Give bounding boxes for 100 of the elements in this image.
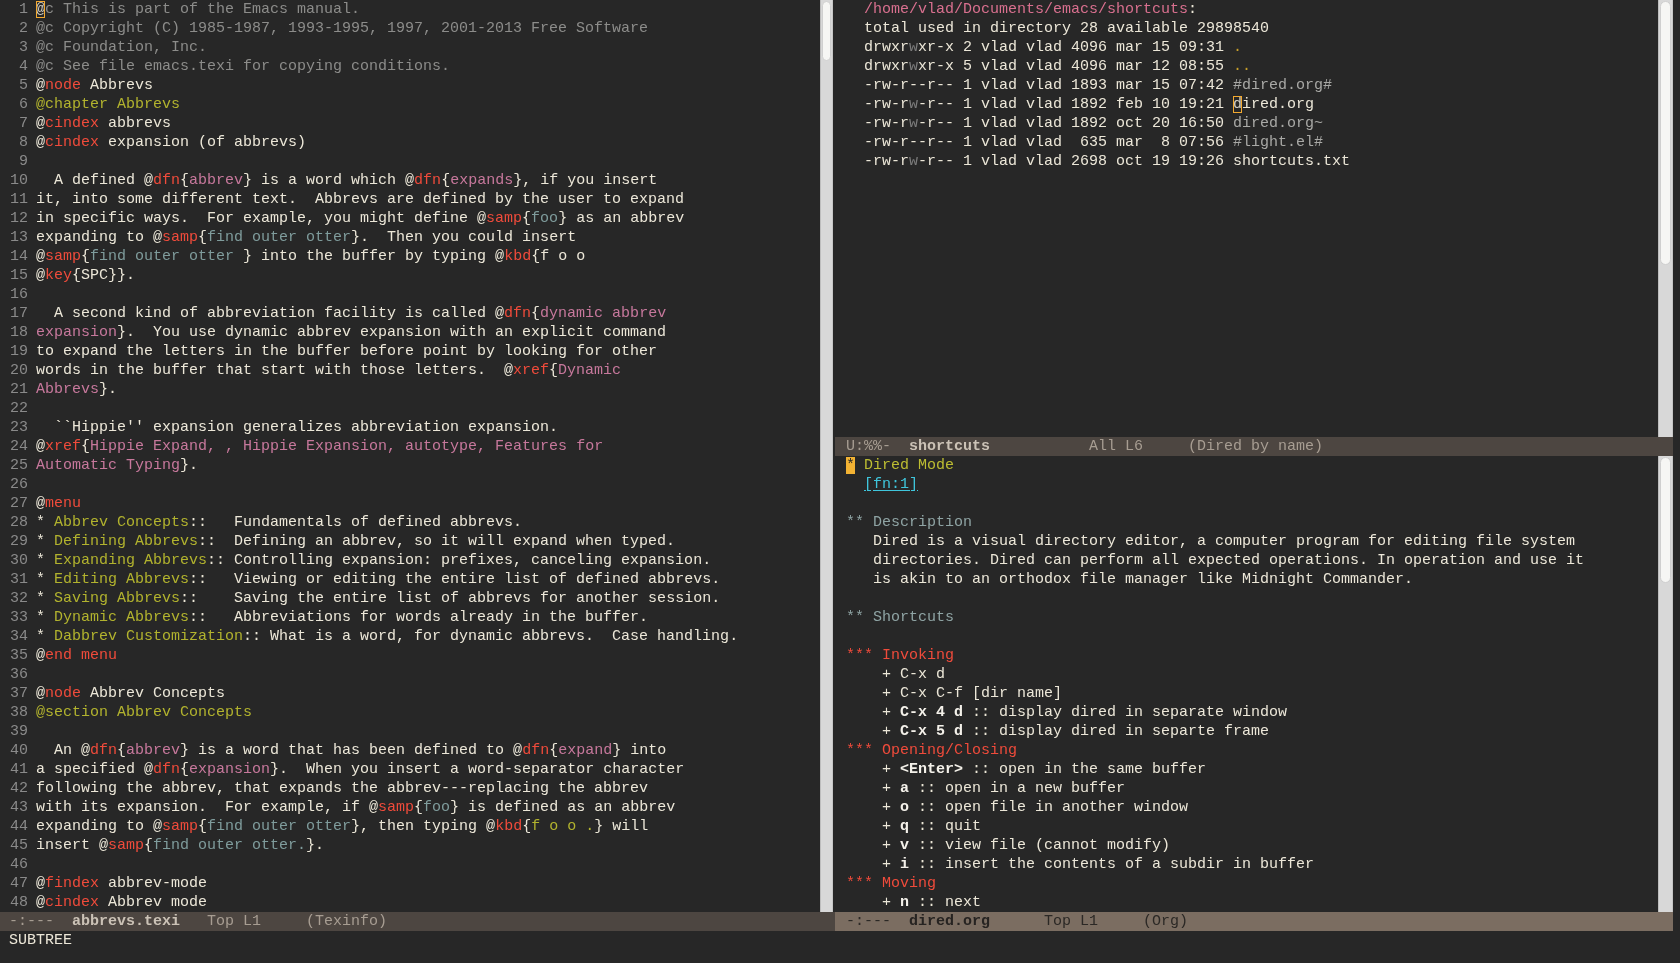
line-number: 10 xyxy=(9,171,28,190)
org-text: + C-x C-f [dir name] xyxy=(881,684,1063,703)
file-entry[interactable]: drwxrwxr-x 5 vlad vlad 4096 mar 12 08:55 .. xyxy=(846,57,1252,76)
file-entry[interactable]: drwxrwxr-x 2 vlad vlad 4096 mar 15 09:31 . xyxy=(846,38,1243,57)
code-line: ``Hippie'' expansion generalizes abbreviation expansion. xyxy=(53,418,559,437)
line-number: 3 xyxy=(18,38,28,57)
line-number: 38 xyxy=(9,703,28,722)
buffer-position: Top L1 xyxy=(207,912,262,931)
shortcut-item: + C-x 4 d :: display dired in separate window xyxy=(881,703,1288,722)
code-line: @c Foundation, Inc. xyxy=(36,38,208,57)
code-line: @key{SPC}}. xyxy=(36,266,136,285)
scroll-thumb[interactable] xyxy=(1660,1,1671,265)
shortcut-item: + n :: next xyxy=(881,893,982,912)
line-number: 46 xyxy=(9,855,28,874)
code-line: Automatic Typing}. xyxy=(36,456,199,475)
line-number: 39 xyxy=(9,722,28,741)
line-number: 15 xyxy=(9,266,28,285)
code-line: * Dabbrev Customization:: What is a word, for dynamic abbrevs. Case handling. xyxy=(36,627,739,646)
org-text: is akin to an orthodox file manager like Midnight Commander. xyxy=(872,570,1414,589)
line-number: 7 xyxy=(18,114,28,133)
code-line: * Editing Abbrevs:: Viewing or editing the entire list of defined abbrevs. xyxy=(36,570,721,589)
echo-area-message: SUBTREE xyxy=(9,932,72,949)
line-number: 42 xyxy=(9,779,28,798)
line-number: 37 xyxy=(9,684,28,703)
file-entry[interactable]: -rw-r--r-- 1 vlad vlad 1893 mar 15 07:42 #dired.org# xyxy=(846,76,1333,95)
file-entry[interactable]: -rw-rw-r-- 1 vlad vlad 1892 oct 20 16:50 dired.org~ xyxy=(846,114,1324,133)
line-number: 14 xyxy=(9,247,28,266)
scroll-bar[interactable] xyxy=(820,0,833,912)
file-entry[interactable]: -rw-r--r-- 1 vlad vlad 635 mar 8 07:56 #light.el# xyxy=(846,133,1324,152)
code-line: @end menu xyxy=(36,646,118,665)
line-number: 12 xyxy=(9,209,28,228)
code-line: @cindex expansion (of abbrevs) xyxy=(36,133,307,152)
scroll-thumb[interactable] xyxy=(1660,457,1671,583)
file-entry[interactable]: -rw-rw-r-- 1 vlad vlad 2698 oct 19 19:26 shortcuts.txt xyxy=(846,152,1351,171)
buffer-name: abbrevs.texi xyxy=(72,912,181,931)
shortcut-item: + <Enter> :: open in the same buffer xyxy=(881,760,1207,779)
line-number: 47 xyxy=(9,874,28,893)
scroll-thumb[interactable] xyxy=(822,1,831,61)
line-number: 1 xyxy=(18,0,28,19)
major-mode: (Dired by name) xyxy=(1188,437,1324,456)
line-number: 18 xyxy=(9,323,28,342)
shortcut-item: + C-x 5 d :: display dired in separte frame xyxy=(881,722,1270,741)
line-number: 22 xyxy=(9,399,28,418)
line-number: 36 xyxy=(9,665,28,684)
code-line: @c See file emacs.texi for copying conditions. xyxy=(36,57,451,76)
directory-path: /home/vlad/Documents/emacs/shortcuts: xyxy=(863,0,1198,19)
code-line: expanding to @samp{find outer otter}, then typing @kbd{f o o .} will xyxy=(36,817,649,836)
buffer-state: -:--- xyxy=(9,912,54,931)
org-heading: * Dired Mode xyxy=(846,456,955,475)
line-number: 2 xyxy=(18,19,28,38)
line-number: 33 xyxy=(9,608,28,627)
scroll-bar[interactable] xyxy=(1658,0,1673,437)
code-line: insert @samp{find outer otter.}. xyxy=(36,836,325,855)
code-line: expanding to @samp{find outer otter}. Then you could insert xyxy=(36,228,577,247)
code-line: An @dfn{abbrev} is a word that has been defined to @dfn{expand} into xyxy=(53,741,667,760)
line-number: 26 xyxy=(9,475,28,494)
code-line: * Saving Abbrevs:: Saving the entire list of abbrevs for another session. xyxy=(36,589,721,608)
line-number: 31 xyxy=(9,570,28,589)
footnote-link[interactable]: [fn:1] xyxy=(864,475,919,494)
code-line: A defined @dfn{abbrev} is a word which @dfn{expands}, if you insert xyxy=(53,171,658,190)
org-heading: *** Moving xyxy=(846,874,936,893)
line-number: 45 xyxy=(9,836,28,855)
directory-summary: total used in directory 28 available 29898540 xyxy=(863,19,1270,38)
scroll-bar[interactable] xyxy=(1658,456,1673,912)
line-number: 23 xyxy=(9,418,28,437)
buffer-state: U:%%- xyxy=(846,437,891,456)
line-number: 17 xyxy=(9,304,28,323)
line-number: 9 xyxy=(18,152,28,171)
org-heading: *** Opening/Closing xyxy=(846,741,1018,760)
line-number: 40 xyxy=(9,741,28,760)
shortcut-item: + v :: view file (cannot modify) xyxy=(881,836,1171,855)
code-line: * Defining Abbrevs:: Defining an abbrev, so it will expand when typed. xyxy=(36,532,676,551)
org-heading: ** Shortcuts xyxy=(846,608,955,627)
code-line: @cindex abbrevs xyxy=(36,114,172,133)
buffer-position: All L6 xyxy=(1089,437,1144,456)
code-line: with its expansion. For example, if @samp{foo} is defined as an abbrev xyxy=(36,798,676,817)
code-line: expansion}. You use dynamic abbrev expansion with an explicit command xyxy=(36,323,667,342)
line-number: 6 xyxy=(18,95,28,114)
line-number: 25 xyxy=(9,456,28,475)
org-text: + C-x d xyxy=(881,665,946,684)
code-line: * Abbrev Concepts:: Fundamentals of defined abbrevs. xyxy=(36,513,523,532)
code-line: @c Copyright (C) 1985-1987, 1993-1995, 1997, 2001-2013 Free Software xyxy=(36,19,649,38)
file-entry[interactable]: -rw-rw-r-- 1 vlad vlad 1892 feb 10 19:21 dired.org xyxy=(846,95,1315,114)
code-line: * Dynamic Abbrevs:: Abbreviations for words already in the buffer. xyxy=(36,608,649,627)
code-line: * Expanding Abbrevs:: Controlling expansion: prefixes, canceling expansion. xyxy=(36,551,712,570)
line-number: 24 xyxy=(9,437,28,456)
line-number: 4 xyxy=(18,57,28,76)
line-number: 34 xyxy=(9,627,28,646)
shortcut-item: + o :: open file in another window xyxy=(881,798,1189,817)
line-number: 35 xyxy=(9,646,28,665)
major-mode: (Org) xyxy=(1143,912,1189,931)
code-line: in specific ways. For example, you might define @samp{foo} as an abbrev xyxy=(36,209,685,228)
code-line: A second kind of abbreviation facility is called @dfn{dynamic abbrev xyxy=(53,304,667,323)
line-number: 41 xyxy=(9,760,28,779)
line-number: 8 xyxy=(18,133,28,152)
line-number: 21 xyxy=(9,380,28,399)
code-line: @cindex Abbrev mode xyxy=(36,893,208,912)
shortcut-item: + a :: open in a new buffer xyxy=(881,779,1126,798)
code-line: a specified @dfn{expansion}. When you insert a word-separator character xyxy=(36,760,685,779)
line-number: 16 xyxy=(9,285,28,304)
